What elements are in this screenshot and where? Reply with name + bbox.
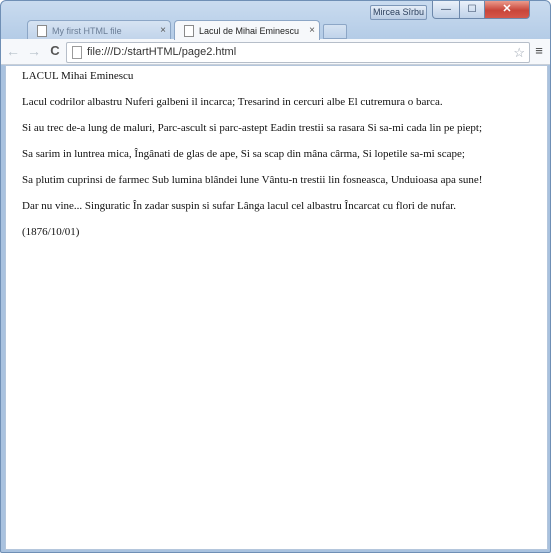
poem-line: Sa sarim in luntrea mica, Îngânati de gl… (22, 148, 465, 160)
reload-icon[interactable]: C (47, 43, 63, 59)
forward-arrow-icon[interactable]: → (26, 43, 42, 59)
poem-date: (1876/10/01) (22, 226, 80, 238)
minimize-button[interactable]: — (432, 1, 460, 19)
tab-title: My first HTML file (52, 25, 122, 36)
window-controls: — ☐ ✕ (432, 1, 530, 19)
address-bar[interactable]: file:///D:/startHTML/page2.html ☆ (66, 42, 530, 63)
poem-line: Lacul codrilor albastru Nuferi galbeni i… (22, 96, 443, 108)
page-heading: LACUL Mihai Eminescu (22, 70, 134, 82)
menu-icon[interactable]: ≡ (532, 44, 546, 58)
bookmark-star-icon[interactable]: ☆ (513, 43, 525, 62)
maximize-button[interactable]: ☐ (460, 1, 485, 19)
browser-window: Mircea Sîrbu — ☐ ✕ My first HTML file × … (0, 0, 551, 553)
poem-line: Si au trec de-a lung de maluri, Parc-asc… (22, 122, 483, 134)
tab-my-first-html-file[interactable]: My first HTML file × (27, 20, 171, 40)
new-tab-button[interactable] (323, 24, 347, 39)
tab-close-icon[interactable]: × (156, 22, 170, 40)
user-profile-badge[interactable]: Mircea Sîrbu (370, 5, 427, 20)
back-arrow-icon[interactable]: ← (5, 43, 21, 59)
close-window-button[interactable]: ✕ (485, 1, 530, 19)
tab-lacul-de-mihai-eminescu[interactable]: Lacul de Mihai Eminescu × (174, 20, 320, 40)
document-icon (37, 24, 47, 37)
poem-line: Dar nu vine... Singuratic În zadar suspi… (22, 200, 457, 212)
browser-toolbar: ← → C file:///D:/startHTML/page2.html ☆ … (1, 39, 550, 65)
document-icon (184, 24, 194, 37)
page-icon (72, 46, 82, 59)
page-content: LACUL Mihai Eminescu Lacul codrilor alba… (5, 65, 548, 550)
tab-close-icon[interactable]: × (305, 22, 319, 40)
tab-title: Lacul de Mihai Eminescu (199, 25, 300, 36)
poem-line: Sa plutim cuprinsi de farmec Sub lumina … (22, 174, 483, 186)
url-text[interactable]: file:///D:/startHTML/page2.html (87, 43, 236, 62)
